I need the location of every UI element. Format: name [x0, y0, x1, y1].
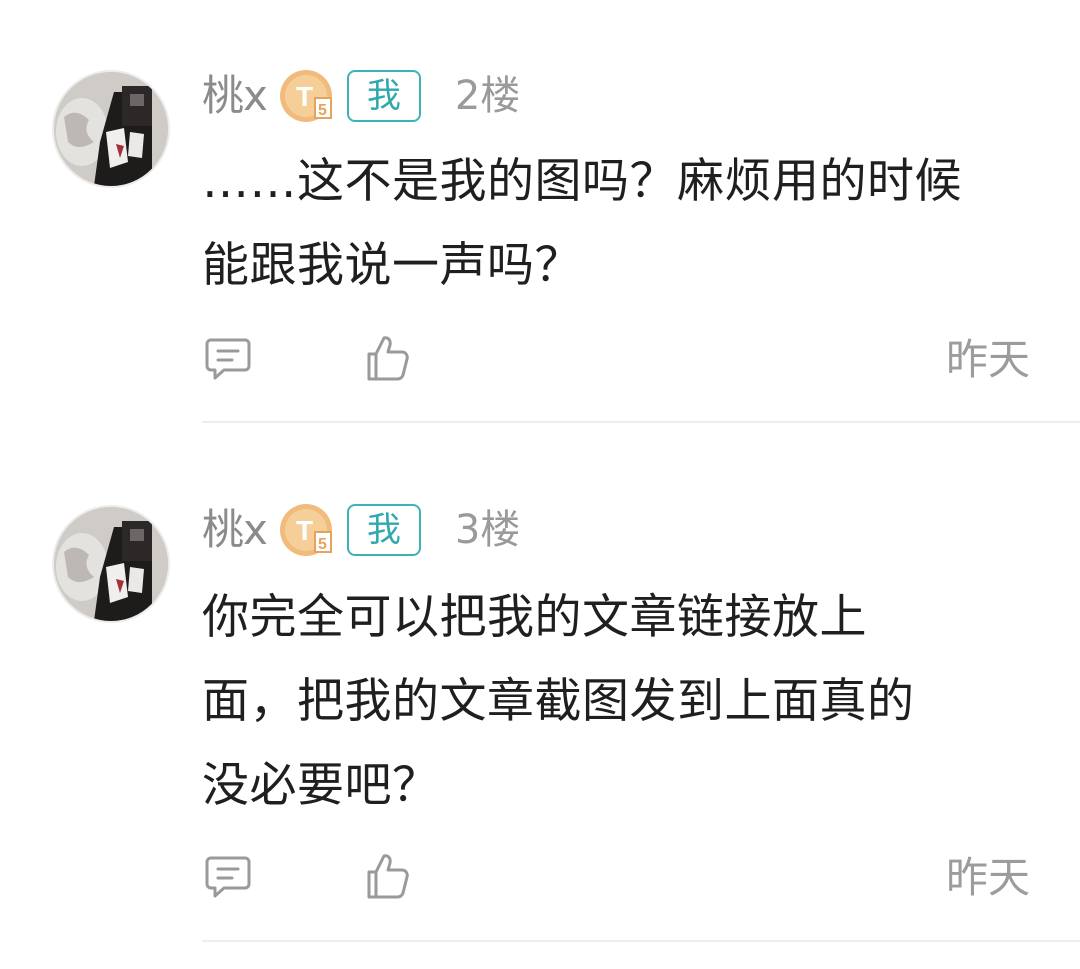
comment-meta: 桃x T 5 我 3楼	[202, 500, 520, 560]
comment-bubble-icon[interactable]	[200, 848, 256, 904]
self-tag: 我	[346, 504, 421, 556]
username[interactable]: 桃x	[202, 500, 268, 560]
svg-text:5: 5	[318, 536, 327, 553]
comment-text: 你完全可以把我的文章链接放上 面，把我的文章截图发到上面真的 没必要吧？	[202, 590, 915, 813]
comment-actions: 昨天	[200, 848, 1030, 908]
floor-number: 3楼	[454, 507, 521, 553]
level-badge-icon: T 5	[279, 502, 335, 558]
svg-text:T: T	[296, 515, 313, 546]
thumbs-up-icon[interactable]	[360, 848, 416, 904]
avatar[interactable]	[52, 505, 170, 623]
comment-item: 桃x T 5 我 3楼 你完全可以把我的文章链接放上 面，把我的文章截图发到上面…	[0, 0, 1080, 969]
timestamp: 昨天	[945, 853, 1030, 902]
divider	[202, 940, 1080, 942]
